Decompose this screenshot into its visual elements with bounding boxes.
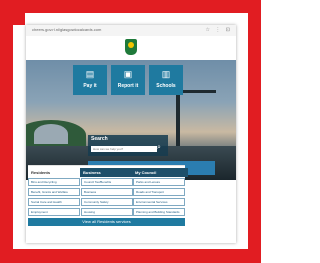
tile-label: Schools (156, 83, 176, 89)
building-icon: ▥ (161, 69, 171, 79)
link-planning[interactable]: Planning and Building Standards (133, 208, 185, 216)
link-business[interactable]: Business (81, 188, 133, 196)
tile-label: Pay it (83, 83, 97, 89)
search-label: Search (91, 136, 108, 142)
link-roads-transport[interactable]: Roads and Transport (133, 188, 185, 196)
tab-residents[interactable]: Residents (28, 168, 83, 177)
link-benefits-grants[interactable]: Benefit, Grants and Welfare (28, 188, 80, 196)
dome-building-graphic (34, 124, 68, 144)
search-input[interactable] (91, 146, 157, 152)
tile-report-it[interactable]: ▣ Report it (111, 65, 145, 95)
search-icon[interactable]: ⌕ (157, 144, 161, 152)
service-tabs: Residents Business My Council (28, 168, 188, 177)
receipt-icon: ▤ (85, 69, 95, 79)
link-community-safety[interactable]: Community Safety (81, 198, 133, 206)
link-employment[interactable]: Employment (28, 208, 80, 216)
crane-tower-graphic (176, 92, 180, 147)
search-panel: Search ⌕ (88, 135, 168, 156)
council-crest-icon[interactable] (125, 39, 137, 55)
view-all-residents-button[interactable]: View all Residents services (28, 218, 185, 226)
url-text[interactable]: cheers.gov.rl.nl/glasgowlocalcards.com (32, 27, 101, 32)
link-housing[interactable]: Housing (81, 208, 133, 216)
tile-schools[interactable]: ▥ Schools (149, 65, 183, 95)
tab-my-council[interactable]: My Council (132, 168, 188, 177)
link-parks-leisure[interactable]: Parks and Leisure (133, 178, 185, 186)
clipboard-icon: ▣ (123, 69, 133, 79)
link-social-care[interactable]: Social Care and Health (28, 198, 80, 206)
link-council-tax[interactable]: Council Tax/Benefits (81, 178, 133, 186)
services-panel: Residents Business My Council Bins and R… (28, 165, 188, 228)
link-bins-recycling[interactable]: Bins and Recycling (28, 178, 80, 186)
link-environmental[interactable]: Environmental Services (133, 198, 185, 206)
tab-business[interactable]: Business (80, 168, 135, 177)
browser-controls-icon[interactable]: ☆ ⋮ ⊡ (206, 27, 232, 33)
tile-label: Report it (117, 83, 139, 89)
tile-pay-it[interactable]: ▤ Pay it (73, 65, 107, 95)
